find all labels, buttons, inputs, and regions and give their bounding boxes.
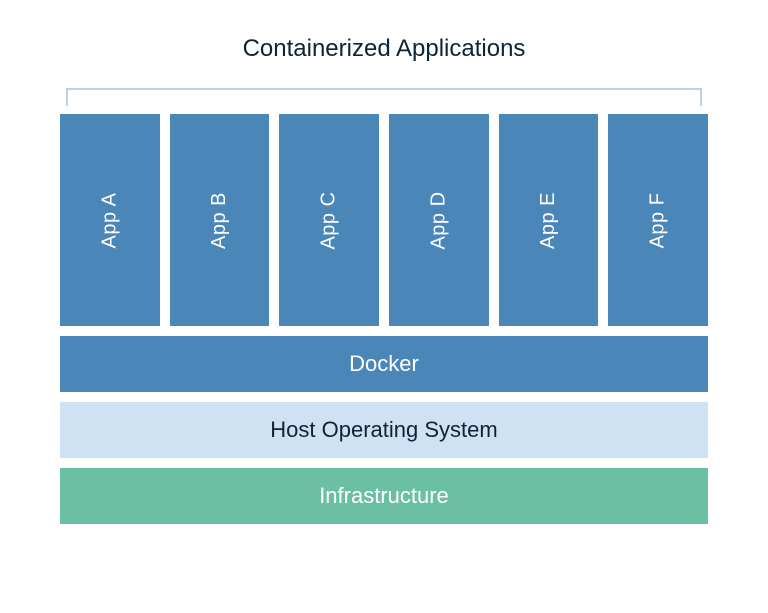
apps-row: App A App B App C App D App E App F xyxy=(60,114,708,326)
app-f-label: App F xyxy=(647,192,670,248)
app-e-box: App E xyxy=(499,114,599,326)
docker-layer: Docker xyxy=(60,336,708,392)
app-d-label: App D xyxy=(427,191,450,249)
app-c-box: App C xyxy=(279,114,379,326)
host-os-layer: Host Operating System xyxy=(60,402,708,458)
app-a-label: App A xyxy=(98,192,121,248)
infrastructure-layer: Infrastructure xyxy=(60,468,708,524)
app-b-box: App B xyxy=(170,114,270,326)
diagram-title: Containerized Applications xyxy=(60,35,708,63)
app-c-label: App C xyxy=(318,191,341,249)
app-a-box: App A xyxy=(60,114,160,326)
app-d-box: App D xyxy=(389,114,489,326)
app-f-box: App F xyxy=(608,114,708,326)
apps-bracket xyxy=(66,88,702,106)
app-b-label: App B xyxy=(208,192,231,249)
app-e-label: App E xyxy=(537,192,560,249)
